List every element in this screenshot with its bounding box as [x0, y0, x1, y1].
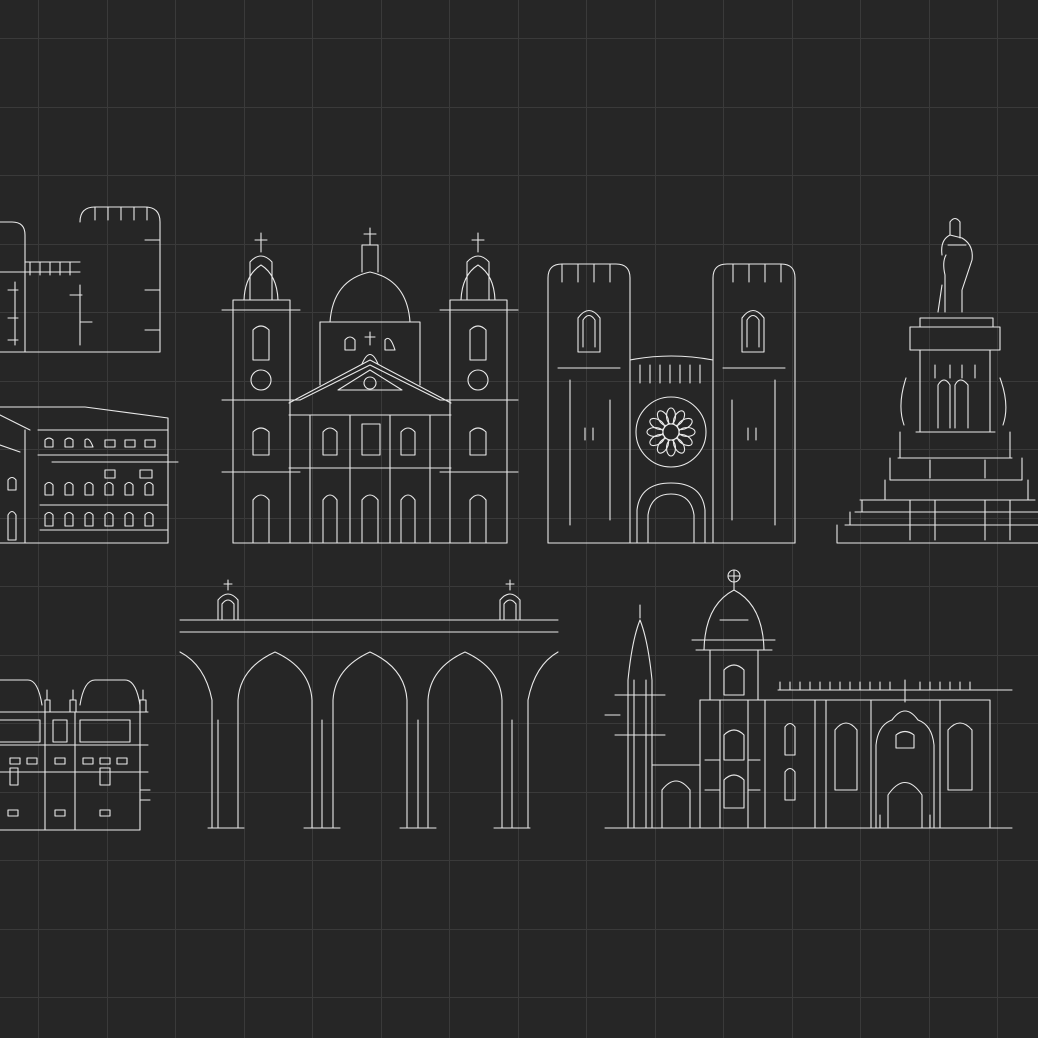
illustration-canvas — [0, 0, 1038, 1038]
line-art-svg — [0, 0, 1038, 1038]
